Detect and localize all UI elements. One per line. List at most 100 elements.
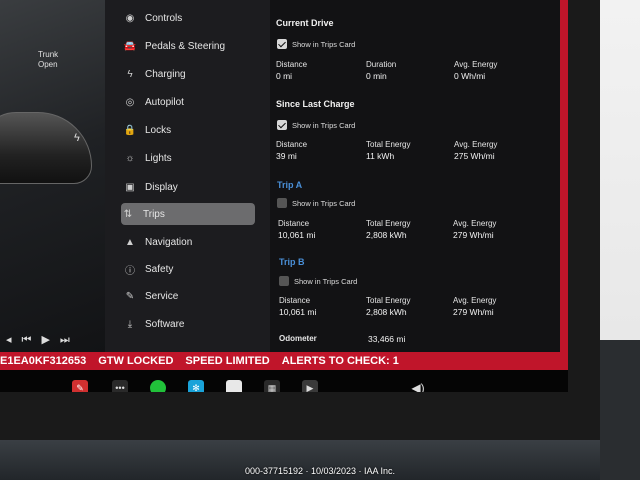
checkbox-unchecked-icon[interactable]	[279, 276, 289, 286]
toggle-icon: ◉	[125, 12, 135, 24]
trip-b-reset-link[interactable]: Trip B	[279, 257, 305, 267]
sidebar-item-label: Safety	[145, 263, 174, 275]
safety-icon: ⓘ	[125, 265, 135, 277]
trip-b-total-energy-value: 2,808 kWh	[366, 307, 407, 317]
checkbox-checked-icon[interactable]	[277, 120, 287, 130]
odometer-label: Odometer	[279, 334, 317, 343]
sidebar-item-software[interactable]: ⤓ Software	[123, 313, 255, 335]
checkbox-checked-icon[interactable]	[277, 39, 287, 49]
sidebar-item-display[interactable]: ▣ Display	[123, 176, 255, 198]
current-avg-energy-value: 0 Wh/mi	[454, 71, 486, 81]
trip-b-avg-energy-value: 279 Wh/mi	[453, 307, 494, 317]
vin-text: E1EA0KF312653	[0, 355, 87, 367]
car-icon: 🚘	[123, 40, 137, 52]
media-icon[interactable]: ▶	[302, 380, 318, 392]
trunk-state: Open	[38, 60, 58, 69]
charge-total-energy-value: 11 kWh	[366, 151, 395, 161]
current-duration-value: 0 min	[366, 71, 387, 81]
speed-limited-text: SPEED LIMITED	[185, 355, 270, 367]
lock-icon: 🔒	[123, 124, 137, 136]
sidebar-item-label: Autopilot	[145, 96, 184, 108]
charge-distance-value: 39 mi	[276, 151, 297, 161]
trips-panel: Current Drive Show in Trips Card Distanc…	[270, 0, 560, 352]
background-window	[596, 0, 640, 340]
alert-status-bar[interactable]: E1EA0KF312653 GTW LOCKED SPEED LIMITED A…	[0, 352, 568, 370]
volume-icon[interactable]: ◀)	[410, 380, 426, 392]
distance-label: Distance	[276, 60, 308, 69]
calendar-icon[interactable]: ▦	[264, 380, 280, 392]
sidebar-item-autopilot[interactable]: ◎ Autopilot	[123, 91, 255, 113]
trip-a-show-checkbox[interactable]: Show in Trips Card	[277, 198, 355, 208]
download-icon: ⤓	[127, 318, 133, 330]
avg-energy-label: Avg. Energy	[453, 296, 497, 305]
fan-icon[interactable]: ✻	[188, 380, 204, 392]
checkbox-label: Show in Trips Card	[292, 120, 356, 130]
sidebar-item-label: Display	[145, 181, 178, 193]
sidebar-item-pedals-steering[interactable]: 🚘 Pedals & Steering	[123, 35, 255, 57]
current-drive-title: Current Drive	[276, 18, 334, 28]
red-border-strip	[560, 0, 568, 352]
since-charge-show-checkbox[interactable]: Show in Trips Card	[277, 120, 355, 130]
trunk-status[interactable]: Trunk Open	[38, 50, 58, 70]
sidebar-item-label: Service	[145, 290, 179, 302]
sidebar-item-controls[interactable]: ◉ Controls	[123, 7, 255, 29]
alerts-text: ALERTS TO CHECK: 1	[281, 355, 399, 367]
steering-wheel-icon: ◎	[125, 96, 135, 108]
skip-back-icon[interactable]: ⏮	[22, 334, 42, 346]
sidebar-item-label: Software	[145, 318, 185, 330]
sidebar-item-label: Navigation	[145, 236, 193, 248]
sidebar-item-trips[interactable]: ⇅ Trips	[121, 203, 255, 225]
play-icon[interactable]: ▶	[41, 334, 59, 346]
sidebar-item-navigation[interactable]: ▲ Navigation	[123, 231, 255, 253]
previous-track-icon[interactable]: ◂	[6, 334, 22, 346]
screen-bezel: Trunk Open ϟ ◂⏮▶⏭ ◉ Controls 🚘 Pedals & Ste…	[0, 0, 600, 440]
bottom-dock: ✎ ••• ✻ ▦ ▶ ◀)	[0, 370, 568, 392]
trip-b-show-checkbox[interactable]: Show in Trips Card	[279, 276, 357, 286]
avg-energy-label: Avg. Energy	[454, 60, 498, 69]
current-distance-value: 0 mi	[276, 71, 293, 81]
sidebar-item-lights[interactable]: ☼ Lights	[123, 147, 255, 169]
charge-port-bolt-icon[interactable]: ϟ	[74, 132, 80, 144]
total-energy-label: Total Energy	[366, 296, 411, 305]
sidebar-item-label: Charging	[145, 68, 186, 80]
more-icon[interactable]: •••	[112, 380, 128, 392]
car-model	[0, 112, 92, 184]
total-energy-label: Total Energy	[366, 219, 411, 228]
display-icon: ▣	[125, 181, 135, 193]
total-energy-label: Total Energy	[366, 140, 411, 149]
trip-a-total-energy-value: 2,808 kWh	[366, 230, 407, 240]
car-visualization: Trunk Open ϟ ◂⏮▶⏭	[0, 0, 105, 352]
sidebar-item-safety[interactable]: ⓘ Safety	[123, 258, 255, 280]
distance-label: Distance	[279, 296, 311, 305]
duration-label: Duration	[366, 60, 397, 69]
settings-sidebar: ◉ Controls 🚘 Pedals & Steering ϟ Charging ◎ Aut…	[105, 0, 270, 352]
avg-energy-label: Avg. Energy	[453, 219, 497, 228]
media-controls: ◂⏮▶⏭	[6, 333, 80, 347]
bolt-icon: ϟ	[127, 68, 133, 80]
wrench-icon[interactable]: ✎	[72, 380, 88, 392]
trip-a-reset-link[interactable]: Trip A	[277, 180, 302, 190]
card-icon[interactable]	[226, 380, 242, 392]
checkbox-label: Show in Trips Card	[292, 39, 356, 49]
sidebar-item-label: Lights	[145, 152, 172, 164]
gtw-locked-text: GTW LOCKED	[98, 355, 174, 367]
checkbox-unchecked-icon[interactable]	[277, 198, 287, 208]
sidebar-item-locks[interactable]: 🔒 Locks	[123, 119, 255, 141]
green-dot-icon[interactable]	[150, 380, 166, 392]
trip-b-distance-value: 10,061 mi	[279, 307, 317, 317]
charge-avg-energy-value: 275 Wh/mi	[454, 151, 495, 161]
current-drive-show-checkbox[interactable]: Show in Trips Card	[277, 39, 355, 49]
wrench-icon: ✎	[125, 290, 135, 302]
distance-label: Distance	[278, 219, 310, 228]
sun-icon: ☼	[125, 152, 135, 164]
checkbox-label: Show in Trips Card	[294, 276, 358, 286]
sidebar-item-charging[interactable]: ϟ Charging	[123, 63, 255, 85]
watermark-text: 000-37715192 · 10/03/2023 · IAA Inc.	[244, 466, 396, 476]
since-charge-title: Since Last Charge	[276, 99, 355, 109]
sidebar-item-label: Controls	[145, 12, 183, 24]
trunk-label: Trunk	[38, 50, 59, 59]
avg-energy-label: Avg. Energy	[454, 140, 498, 149]
sidebar-item-label: Locks	[145, 124, 172, 136]
sidebar-item-service[interactable]: ✎ Service	[123, 285, 255, 307]
skip-forward-icon[interactable]: ⏭	[60, 334, 80, 346]
